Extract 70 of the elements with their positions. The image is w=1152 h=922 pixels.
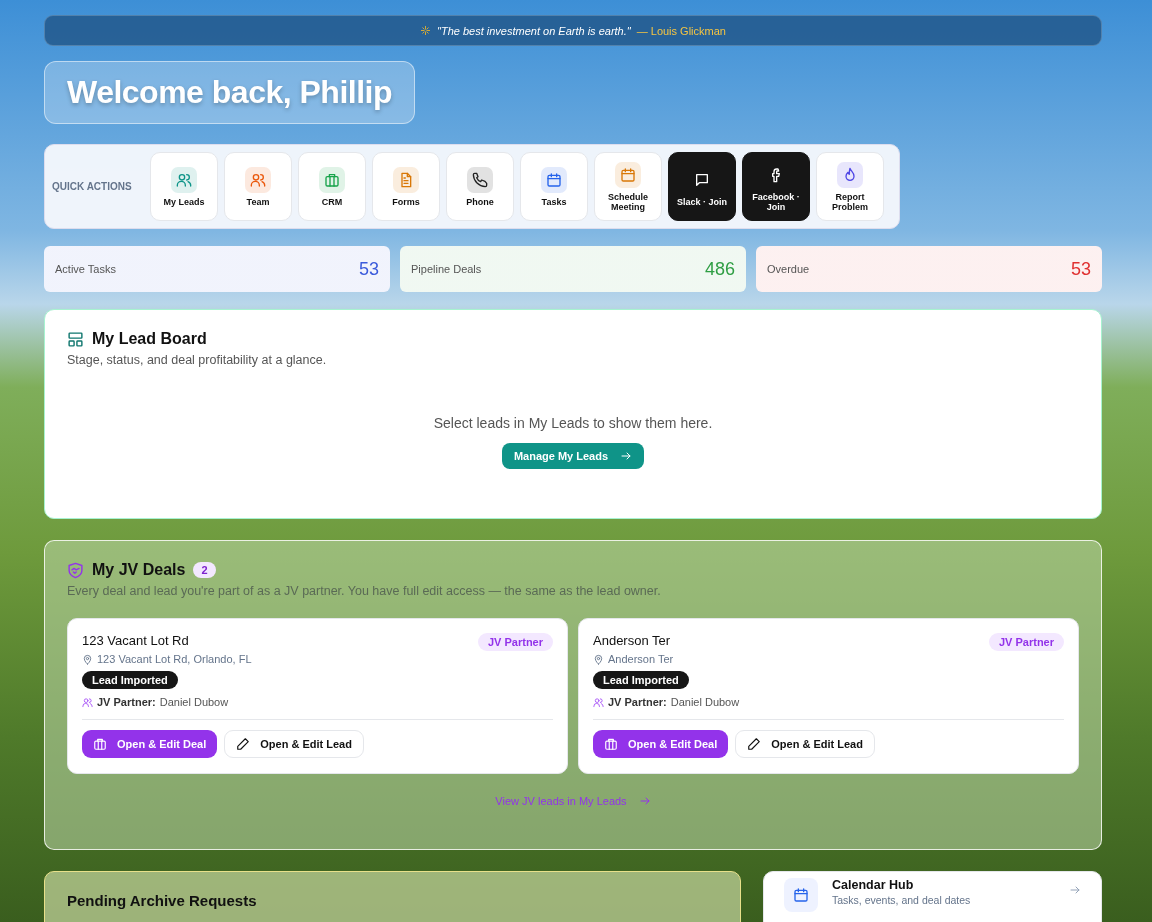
- partner-name: Daniel Dubow: [159, 696, 229, 708]
- calendar-icon: [546, 171, 562, 188]
- location-pin-icon: [593, 653, 604, 665]
- quick-action-button[interactable]: Slack · Join: [668, 152, 736, 221]
- quick-action-button[interactable]: Phone: [446, 152, 514, 221]
- section-subtitle: Every deal and lead you're part of as a JV partner. You have full edit access — the same as the lead owner.: [67, 584, 662, 598]
- open-lead-button[interactable]: Open & Edit Lead: [224, 730, 364, 758]
- stat-label: Active Tasks: [55, 263, 116, 275]
- quick-action-button[interactable]: CRM: [298, 152, 366, 221]
- partner-label: JV Partner:: [97, 696, 156, 708]
- users-icon: [176, 171, 192, 188]
- empty-state-text: Select leads in My Leads to show them here.: [433, 415, 713, 431]
- arrow-right-icon: [620, 450, 633, 462]
- quick-action-button[interactable]: Team: [224, 152, 292, 221]
- chat-icon: [694, 171, 710, 188]
- section-subtitle: Stage, status, and deal profitability at a glance.: [67, 353, 328, 367]
- section-title: My Lead Board: [92, 330, 207, 348]
- quick-action-button[interactable]: My Leads: [150, 152, 218, 221]
- pencil-icon: [747, 737, 762, 751]
- briefcase-icon: [93, 737, 107, 751]
- open-deal-button[interactable]: Open & Edit Deal: [82, 730, 218, 758]
- partner-name: Daniel Dubow: [670, 696, 740, 708]
- manage-leads-button[interactable]: Manage My Leads: [501, 443, 645, 469]
- calendar-icon: [620, 166, 636, 183]
- count-badge: 2: [193, 562, 216, 578]
- deal-title: Anderson Ter: [593, 633, 671, 648]
- calendar-hub-title: Calendar Hub: [832, 878, 915, 892]
- deal-address: 123 Vacant Lot Rd, Orlando, FL: [97, 653, 252, 665]
- status-badge: Lead Imported: [593, 671, 689, 689]
- quick-action-button[interactable]: Schedule Meeting: [594, 152, 662, 221]
- calendar-hub-card[interactable]: Calendar Hub Tasks, events, and deal dates: [763, 871, 1102, 922]
- deal-title: 123 Vacant Lot Rd: [82, 633, 189, 648]
- pencil-icon: [236, 737, 251, 751]
- quick-action-button[interactable]: Report Problem: [816, 152, 884, 221]
- role-badge: JV Partner: [477, 633, 553, 651]
- section-title: Pending Archive Requests: [67, 892, 258, 909]
- users-icon: [593, 696, 604, 708]
- arrow-right-icon: [1069, 884, 1081, 896]
- quick-actions-label: QUICK ACTIONS: [52, 181, 133, 192]
- status-badge: Lead Imported: [82, 671, 178, 689]
- users-icon: [250, 171, 266, 188]
- welcome-heading: Welcome back, Phillip: [44, 61, 415, 124]
- stat-label: Overdue: [767, 263, 810, 275]
- flame-icon: [842, 166, 858, 183]
- stat-label: Pipeline Deals: [411, 263, 482, 275]
- quick-action-button[interactable]: Forms: [372, 152, 440, 221]
- briefcase-icon: [324, 171, 340, 188]
- location-pin-icon: [82, 653, 93, 665]
- phone-icon: [472, 171, 488, 188]
- briefcase-icon: [604, 737, 618, 751]
- open-lead-button[interactable]: Open & Edit Lead: [735, 730, 875, 758]
- calendar-icon: [793, 887, 809, 903]
- section-title: My JV Deals: [92, 561, 186, 579]
- document-icon: [398, 171, 414, 188]
- quick-action-button[interactable]: Tasks: [520, 152, 588, 221]
- layout-icon: [67, 330, 84, 348]
- calendar-hub-subtitle: Tasks, events, and deal dates: [832, 894, 972, 906]
- stat-value: 53: [1070, 258, 1091, 280]
- role-badge: JV Partner: [988, 633, 1064, 651]
- open-deal-button[interactable]: Open & Edit Deal: [593, 730, 729, 758]
- partner-label: JV Partner:: [608, 696, 667, 708]
- stat-value: 53: [358, 258, 379, 280]
- stat-value: 486: [704, 258, 735, 280]
- quote-author: — Louis Glickman: [636, 24, 726, 37]
- users-icon: [82, 696, 93, 708]
- sparkle-icon: [420, 25, 431, 36]
- quote-text: "The best investment on Earth is earth.": [437, 24, 631, 37]
- quick-action-button[interactable]: Facebook · Join: [742, 152, 810, 221]
- arrow-right-icon: [638, 795, 651, 807]
- deal-address: Anderson Ter: [608, 653, 674, 665]
